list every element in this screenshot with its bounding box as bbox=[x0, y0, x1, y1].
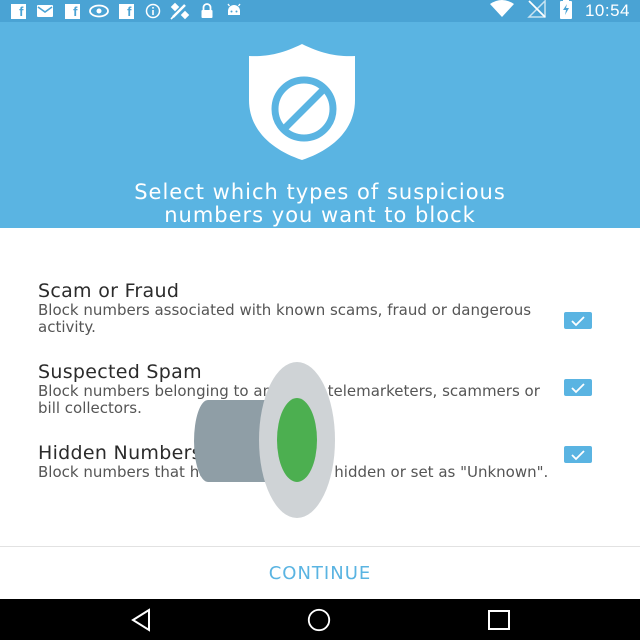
check-icon bbox=[571, 315, 585, 326]
home-icon[interactable] bbox=[306, 607, 332, 633]
facebook-icon: f bbox=[62, 2, 82, 20]
android-icon bbox=[224, 2, 244, 20]
info-icon bbox=[143, 2, 163, 20]
checkbox-hidden-numbers[interactable] bbox=[564, 446, 592, 463]
satellite-icon bbox=[170, 2, 190, 20]
option-scam-or-fraud[interactable]: Scam or Fraud Block numbers associated w… bbox=[38, 280, 628, 336]
navigation-bar bbox=[0, 599, 640, 640]
message-icon bbox=[35, 2, 55, 20]
battery-charging-icon bbox=[559, 0, 573, 23]
cylinder-overlay-icon bbox=[194, 360, 336, 520]
status-clock: 10:54 bbox=[584, 1, 630, 20]
system-icons: 10:54 bbox=[489, 0, 630, 22]
header-title: Select which types of suspicious numbers… bbox=[134, 180, 506, 227]
nvidia-icon bbox=[89, 2, 109, 20]
checkbox-suspected-spam[interactable] bbox=[564, 379, 592, 396]
option-title: Scam or Fraud bbox=[38, 280, 180, 302]
notification-icons: f f f bbox=[8, 0, 244, 22]
lock-icon bbox=[197, 2, 217, 20]
check-icon bbox=[571, 449, 585, 460]
no-sim-icon bbox=[527, 0, 547, 22]
facebook-icon: f bbox=[8, 2, 28, 20]
checkbox-scam-or-fraud[interactable] bbox=[564, 312, 592, 329]
header-banner: Select which types of suspicious numbers… bbox=[0, 22, 640, 228]
facebook-icon: f bbox=[116, 2, 136, 20]
back-icon[interactable] bbox=[128, 607, 154, 633]
status-bar: f f f 10:54 bbox=[0, 0, 640, 22]
recents-icon[interactable] bbox=[486, 607, 512, 633]
continue-button[interactable]: CONTINUE bbox=[0, 547, 640, 599]
wifi-icon bbox=[489, 0, 515, 22]
check-icon bbox=[571, 382, 585, 393]
option-description: Block numbers associated with known scam… bbox=[38, 301, 532, 336]
shield-block-icon bbox=[247, 42, 357, 162]
